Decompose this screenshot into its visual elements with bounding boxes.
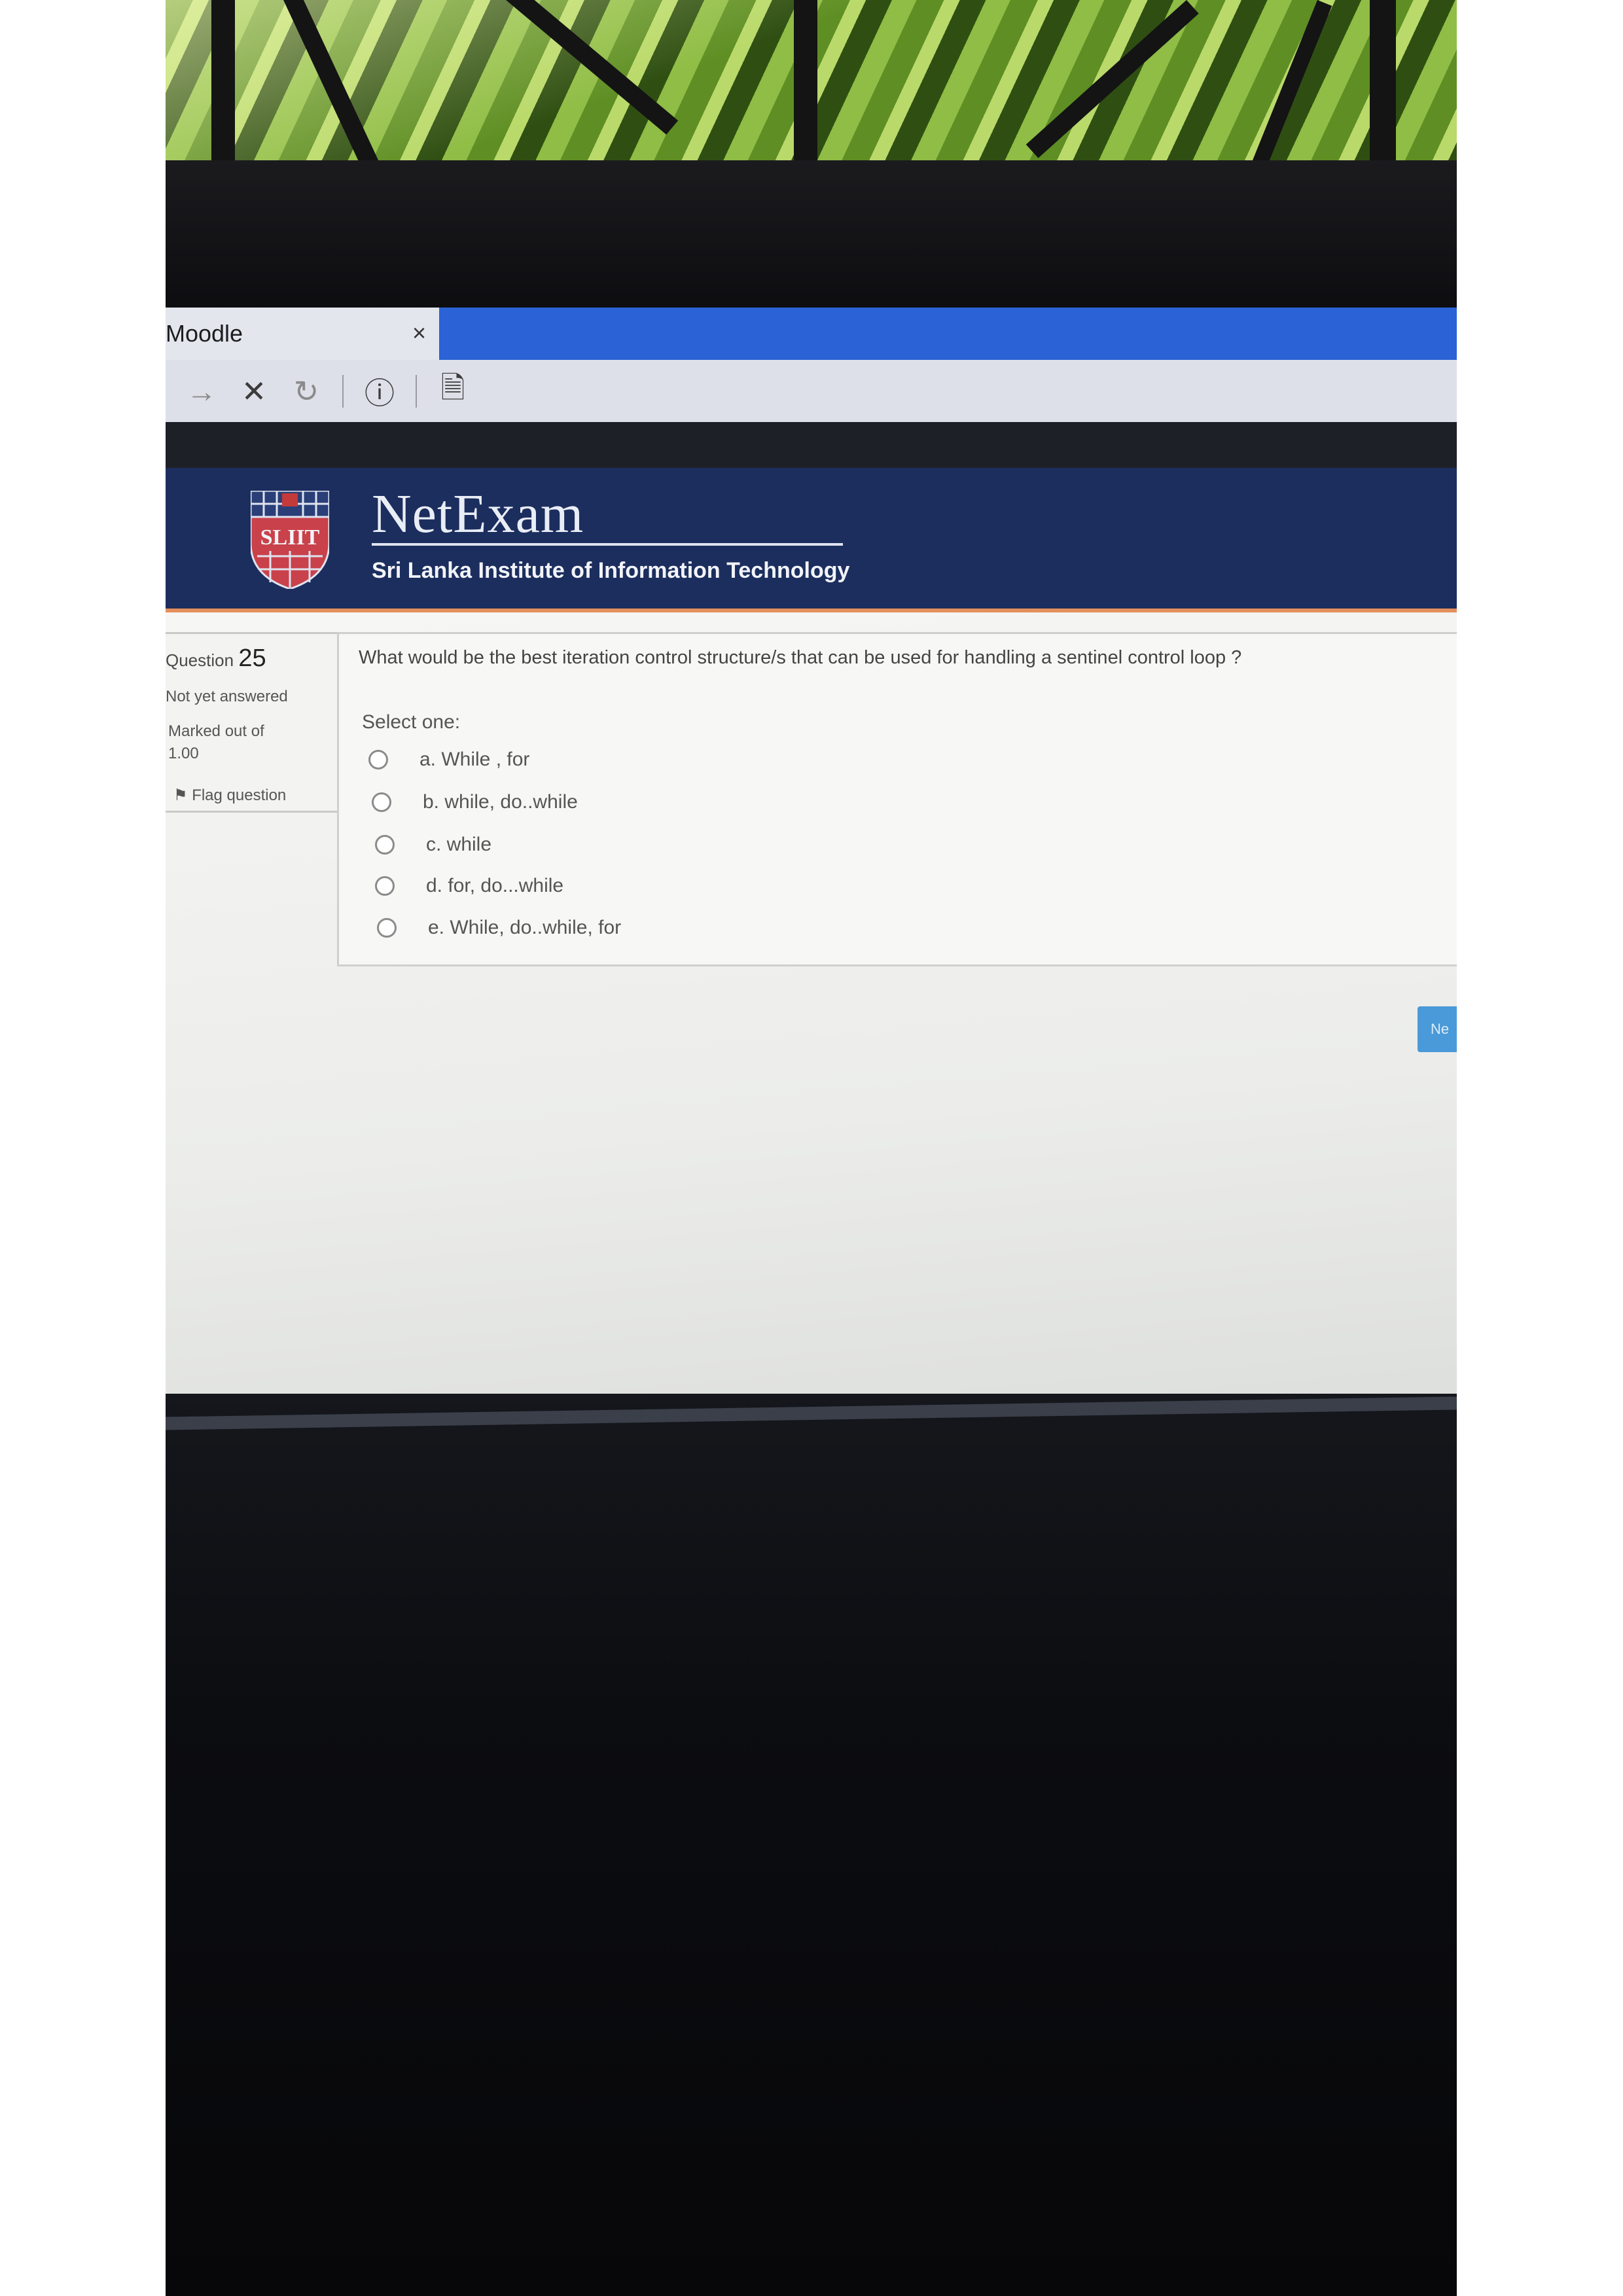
browser-tab[interactable]: Moodle × bbox=[166, 308, 439, 360]
sliit-logo: SLIIT bbox=[251, 491, 329, 589]
question-number: Question 25 bbox=[166, 645, 266, 673]
option-e-label: e. While, do..while, for bbox=[428, 917, 622, 938]
question-info-box: Question 25 Not yet answered Marked out … bbox=[166, 632, 341, 813]
question-box: What would be the best iteration control… bbox=[337, 632, 1457, 966]
browser-content-gap bbox=[166, 422, 1457, 468]
browser-tabstrip: Moodle × bbox=[166, 308, 1457, 360]
question-mark: Marked out of 1.00 bbox=[168, 722, 264, 762]
tab-close-icon[interactable]: × bbox=[412, 319, 426, 347]
netexam-header: SLIIT NetExam Sri Lanka Institute of Inf… bbox=[166, 468, 1457, 612]
option-c-label: c. while bbox=[426, 834, 492, 855]
laptop-bezel-bottom bbox=[166, 1394, 1457, 2296]
option-d-label: d. for, do...while bbox=[426, 875, 564, 896]
option-b-radio[interactable] bbox=[372, 792, 391, 812]
flag-icon: ⚑ bbox=[173, 786, 188, 804]
stop-icon[interactable]: ✕ bbox=[238, 374, 270, 409]
option-a-radio[interactable] bbox=[368, 750, 388, 769]
option-d[interactable]: d. for, do...while bbox=[375, 875, 563, 897]
option-c-radio[interactable] bbox=[375, 835, 395, 855]
photo-frame: Moodle × → ✕ ↻ ⓘ 🗎 SLIIT NetExam Sri Lan… bbox=[166, 0, 1457, 2296]
site-title: NetExam bbox=[372, 484, 584, 544]
option-a[interactable]: a. While , for bbox=[368, 749, 529, 771]
forward-icon[interactable]: → bbox=[185, 374, 218, 409]
page-body: Question 25 Not yet answered Marked out … bbox=[166, 612, 1457, 1430]
next-page-button[interactable]: Ne bbox=[1418, 1006, 1457, 1052]
option-b-label: b. while, do..while bbox=[423, 791, 578, 813]
option-e[interactable]: e. While, do..while, for bbox=[377, 917, 621, 939]
option-e-radio[interactable] bbox=[377, 918, 397, 938]
page-icon[interactable]: 🗎 bbox=[437, 366, 469, 417]
toolbar-separator bbox=[342, 374, 344, 408]
option-c[interactable]: c. while bbox=[375, 834, 491, 856]
tab-title: Moodle bbox=[166, 320, 243, 347]
title-rule bbox=[372, 543, 843, 546]
question-text: What would be the best iteration control… bbox=[359, 647, 1242, 668]
logo-text: SLIIT bbox=[260, 525, 320, 550]
option-d-radio[interactable] bbox=[375, 876, 395, 896]
select-prompt: Select one: bbox=[362, 711, 461, 733]
option-b[interactable]: b. while, do..while bbox=[372, 791, 578, 813]
flag-question-link[interactable]: ⚑ Flag question bbox=[173, 786, 286, 805]
option-a-label: a. While , for bbox=[419, 749, 530, 770]
site-subtitle: Sri Lanka Institute of Information Techn… bbox=[372, 558, 850, 583]
background-window-view bbox=[166, 0, 1457, 188]
reload-icon[interactable]: ↻ bbox=[290, 374, 323, 409]
toolbar-separator bbox=[416, 374, 417, 408]
browser-toolbar: → ✕ ↻ ⓘ 🗎 bbox=[166, 360, 1457, 422]
question-state: Not yet answered bbox=[166, 688, 288, 705]
question-number-value: 25 bbox=[238, 645, 266, 672]
flag-question-label: Flag question bbox=[192, 786, 287, 804]
laptop-bezel-top bbox=[166, 160, 1457, 311]
site-info-icon[interactable]: ⓘ bbox=[363, 370, 396, 413]
question-label: Question bbox=[166, 650, 234, 670]
